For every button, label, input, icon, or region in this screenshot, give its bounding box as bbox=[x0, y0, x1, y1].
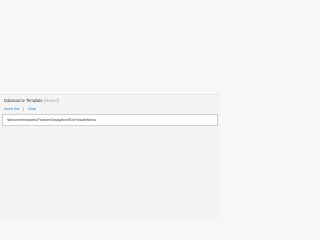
field-panel: Datasource Template [shared] Insert link… bbox=[0, 94, 220, 220]
insert-link-button[interactable]: Insert link bbox=[4, 106, 19, 112]
field-header: Datasource Template [shared] bbox=[4, 98, 59, 104]
toolbar-separator bbox=[23, 107, 25, 111]
clear-button[interactable]: Clear bbox=[28, 106, 37, 112]
field-label: Datasource Template bbox=[4, 98, 43, 103]
field-toolbar: Insert link Clear bbox=[4, 106, 36, 112]
shared-qualifier: [shared] bbox=[44, 98, 59, 103]
datasource-template-input[interactable] bbox=[2, 114, 218, 126]
